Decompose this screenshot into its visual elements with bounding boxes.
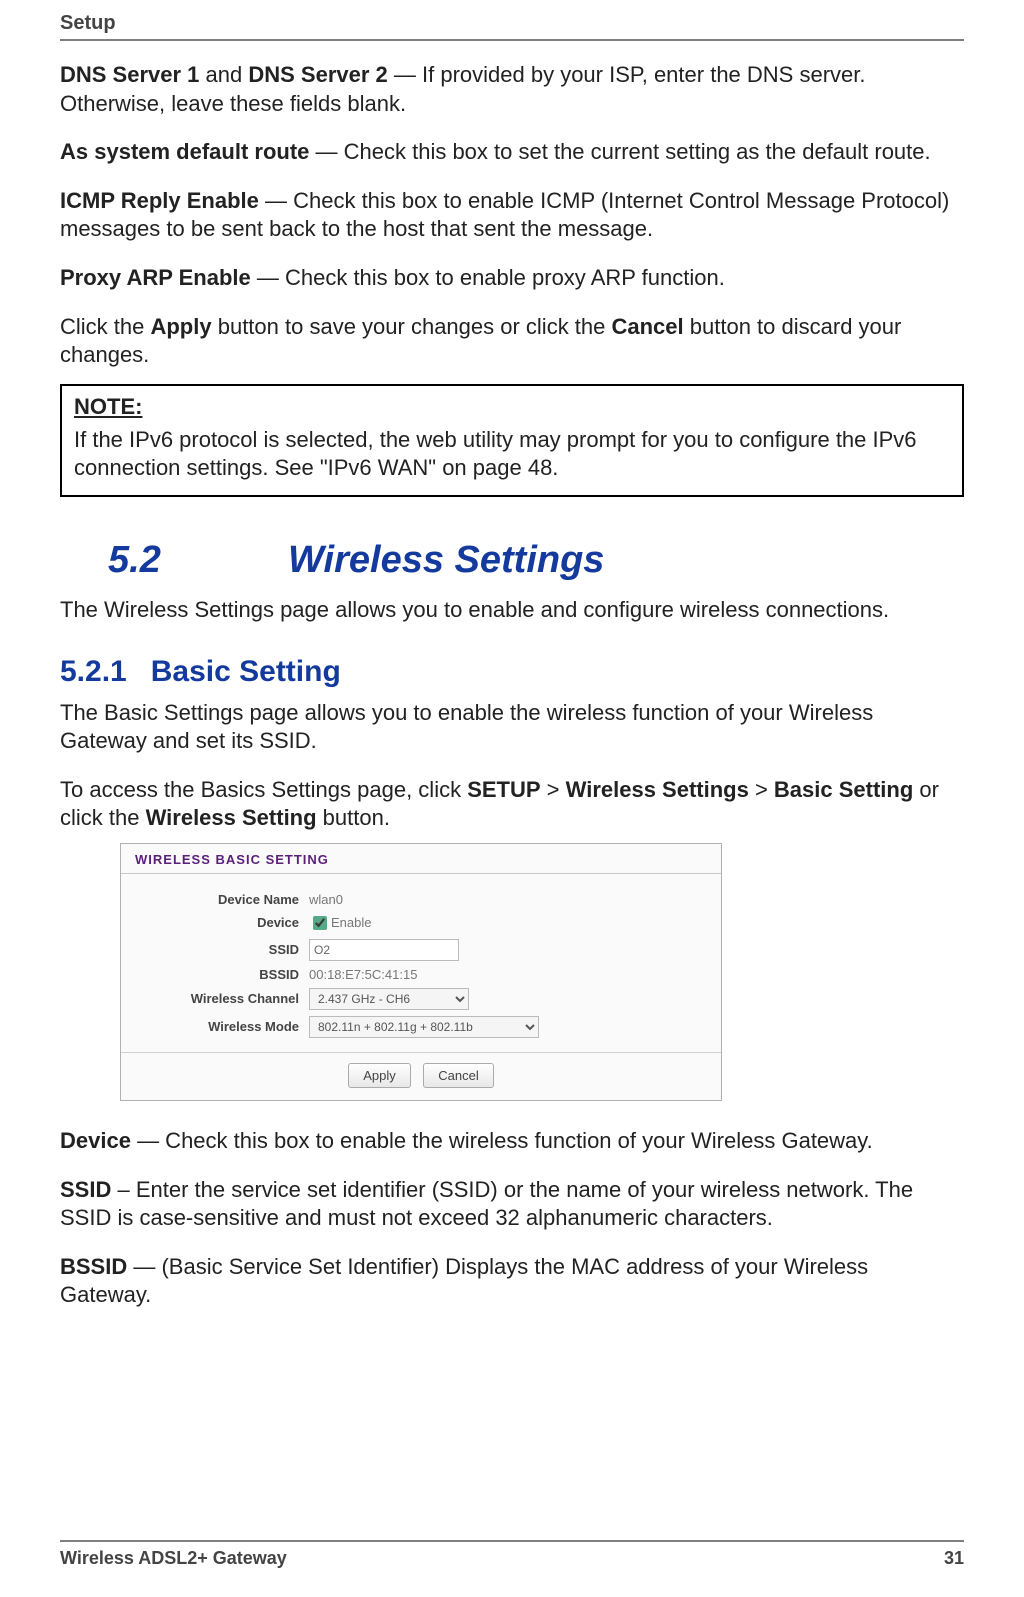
text: To access the Basics Settings page, clic… xyxy=(60,777,467,802)
paragraph-dns: DNS Server 1 and DNS Server 2 — If provi… xyxy=(60,61,964,118)
text: – Enter the service set identifier (SSID… xyxy=(60,1177,913,1231)
bssid-label: BSSID xyxy=(139,967,309,982)
section-5-2-1-p1: The Basic Settings page allows you to en… xyxy=(60,699,964,756)
footer-rule xyxy=(60,1540,964,1542)
device-label: Device xyxy=(139,915,309,930)
text: > xyxy=(749,777,774,802)
ssid-bold: SSID xyxy=(60,1177,111,1202)
section-title: Wireless Settings xyxy=(288,539,604,581)
default-route-label: As system default route xyxy=(60,139,309,164)
section-number: 5.2 xyxy=(108,539,288,582)
text: Click the xyxy=(60,314,150,339)
paragraph-device: Device — Check this box to enable the wi… xyxy=(60,1127,964,1156)
paragraph-bssid: BSSID — (Basic Service Set Identifier) D… xyxy=(60,1253,964,1310)
device-enable-text: Enable xyxy=(331,915,371,930)
wireless-channel-select[interactable]: 2.437 GHz - CH6 xyxy=(309,988,469,1010)
text: — Check this box to enable the wireless … xyxy=(131,1128,873,1153)
panel-title: WIRELESS BASIC SETTING xyxy=(121,844,721,873)
proxy-arp-label: Proxy ARP Enable xyxy=(60,265,251,290)
device-name-label: Device Name xyxy=(139,892,309,907)
note-box: NOTE: If the IPv6 protocol is selected, … xyxy=(60,384,964,497)
breadcrumb-basic-setting: Basic Setting xyxy=(774,777,913,802)
note-title: NOTE: xyxy=(74,394,950,420)
cancel-button[interactable]: Cancel xyxy=(423,1063,493,1088)
bssid-value: 00:18:E7:5C:41:15 xyxy=(309,967,417,982)
text: — Check this box to set the current sett… xyxy=(309,139,930,164)
paragraph-apply-cancel: Click the Apply button to save your chan… xyxy=(60,313,964,370)
wireless-mode-select[interactable]: 802.11n + 802.11g + 802.11b xyxy=(309,1016,539,1038)
paragraph-icmp: ICMP Reply Enable — Check this box to en… xyxy=(60,187,964,244)
section-5-2-heading: 5.2Wireless Settings xyxy=(108,539,964,582)
paragraph-ssid: SSID – Enter the service set identifier … xyxy=(60,1176,964,1233)
text: button to save your changes or click the xyxy=(212,314,612,339)
wireless-channel-label: Wireless Channel xyxy=(139,991,309,1006)
ssid-label: SSID xyxy=(139,942,309,957)
section-5-2-1-heading: 5.2.1 Basic Setting xyxy=(60,655,964,689)
section-5-2-intro: The Wireless Settings page allows you to… xyxy=(60,596,964,625)
wireless-basic-setting-panel: WIRELESS BASIC SETTING Device Name wlan0… xyxy=(120,843,722,1101)
header-rule xyxy=(60,39,964,41)
dns-server-2-label: DNS Server 2 xyxy=(248,62,387,87)
breadcrumb-setup: SETUP xyxy=(467,777,540,802)
breadcrumb-wireless-settings: Wireless Settings xyxy=(566,777,749,802)
device-bold: Device xyxy=(60,1128,131,1153)
page-number: 31 xyxy=(944,1548,964,1569)
dns-server-1-label: DNS Server 1 xyxy=(60,62,199,87)
wireless-setting-button-text: Wireless Setting xyxy=(146,805,317,830)
device-enable-checkbox[interactable] xyxy=(313,916,327,930)
ssid-input[interactable] xyxy=(309,939,459,961)
text: — Check this box to enable proxy ARP fun… xyxy=(251,265,725,290)
apply-text: Apply xyxy=(150,314,211,339)
device-name-value: wlan0 xyxy=(309,892,343,907)
icmp-reply-label: ICMP Reply Enable xyxy=(60,188,259,213)
text: > xyxy=(541,777,566,802)
note-body: If the IPv6 protocol is selected, the we… xyxy=(74,426,950,483)
paragraph-proxy-arp: Proxy ARP Enable — Check this box to ena… xyxy=(60,264,964,293)
text: — (Basic Service Set Identifier) Display… xyxy=(60,1254,868,1308)
footer-left: Wireless ADSL2+ Gateway xyxy=(60,1548,287,1569)
subsection-number: 5.2.1 xyxy=(60,655,127,689)
wireless-mode-label: Wireless Mode xyxy=(139,1019,309,1034)
page-footer: Wireless ADSL2+ Gateway 31 xyxy=(60,1540,964,1569)
apply-button[interactable]: Apply xyxy=(348,1063,411,1088)
page-header: Setup xyxy=(60,12,964,37)
text: button. xyxy=(317,805,390,830)
text: and xyxy=(199,62,248,87)
section-5-2-1-p2: To access the Basics Settings page, clic… xyxy=(60,776,964,833)
subsection-title: Basic Setting xyxy=(151,655,341,688)
paragraph-default-route: As system default route — Check this box… xyxy=(60,138,964,167)
cancel-text: Cancel xyxy=(612,314,684,339)
bssid-bold: BSSID xyxy=(60,1254,127,1279)
